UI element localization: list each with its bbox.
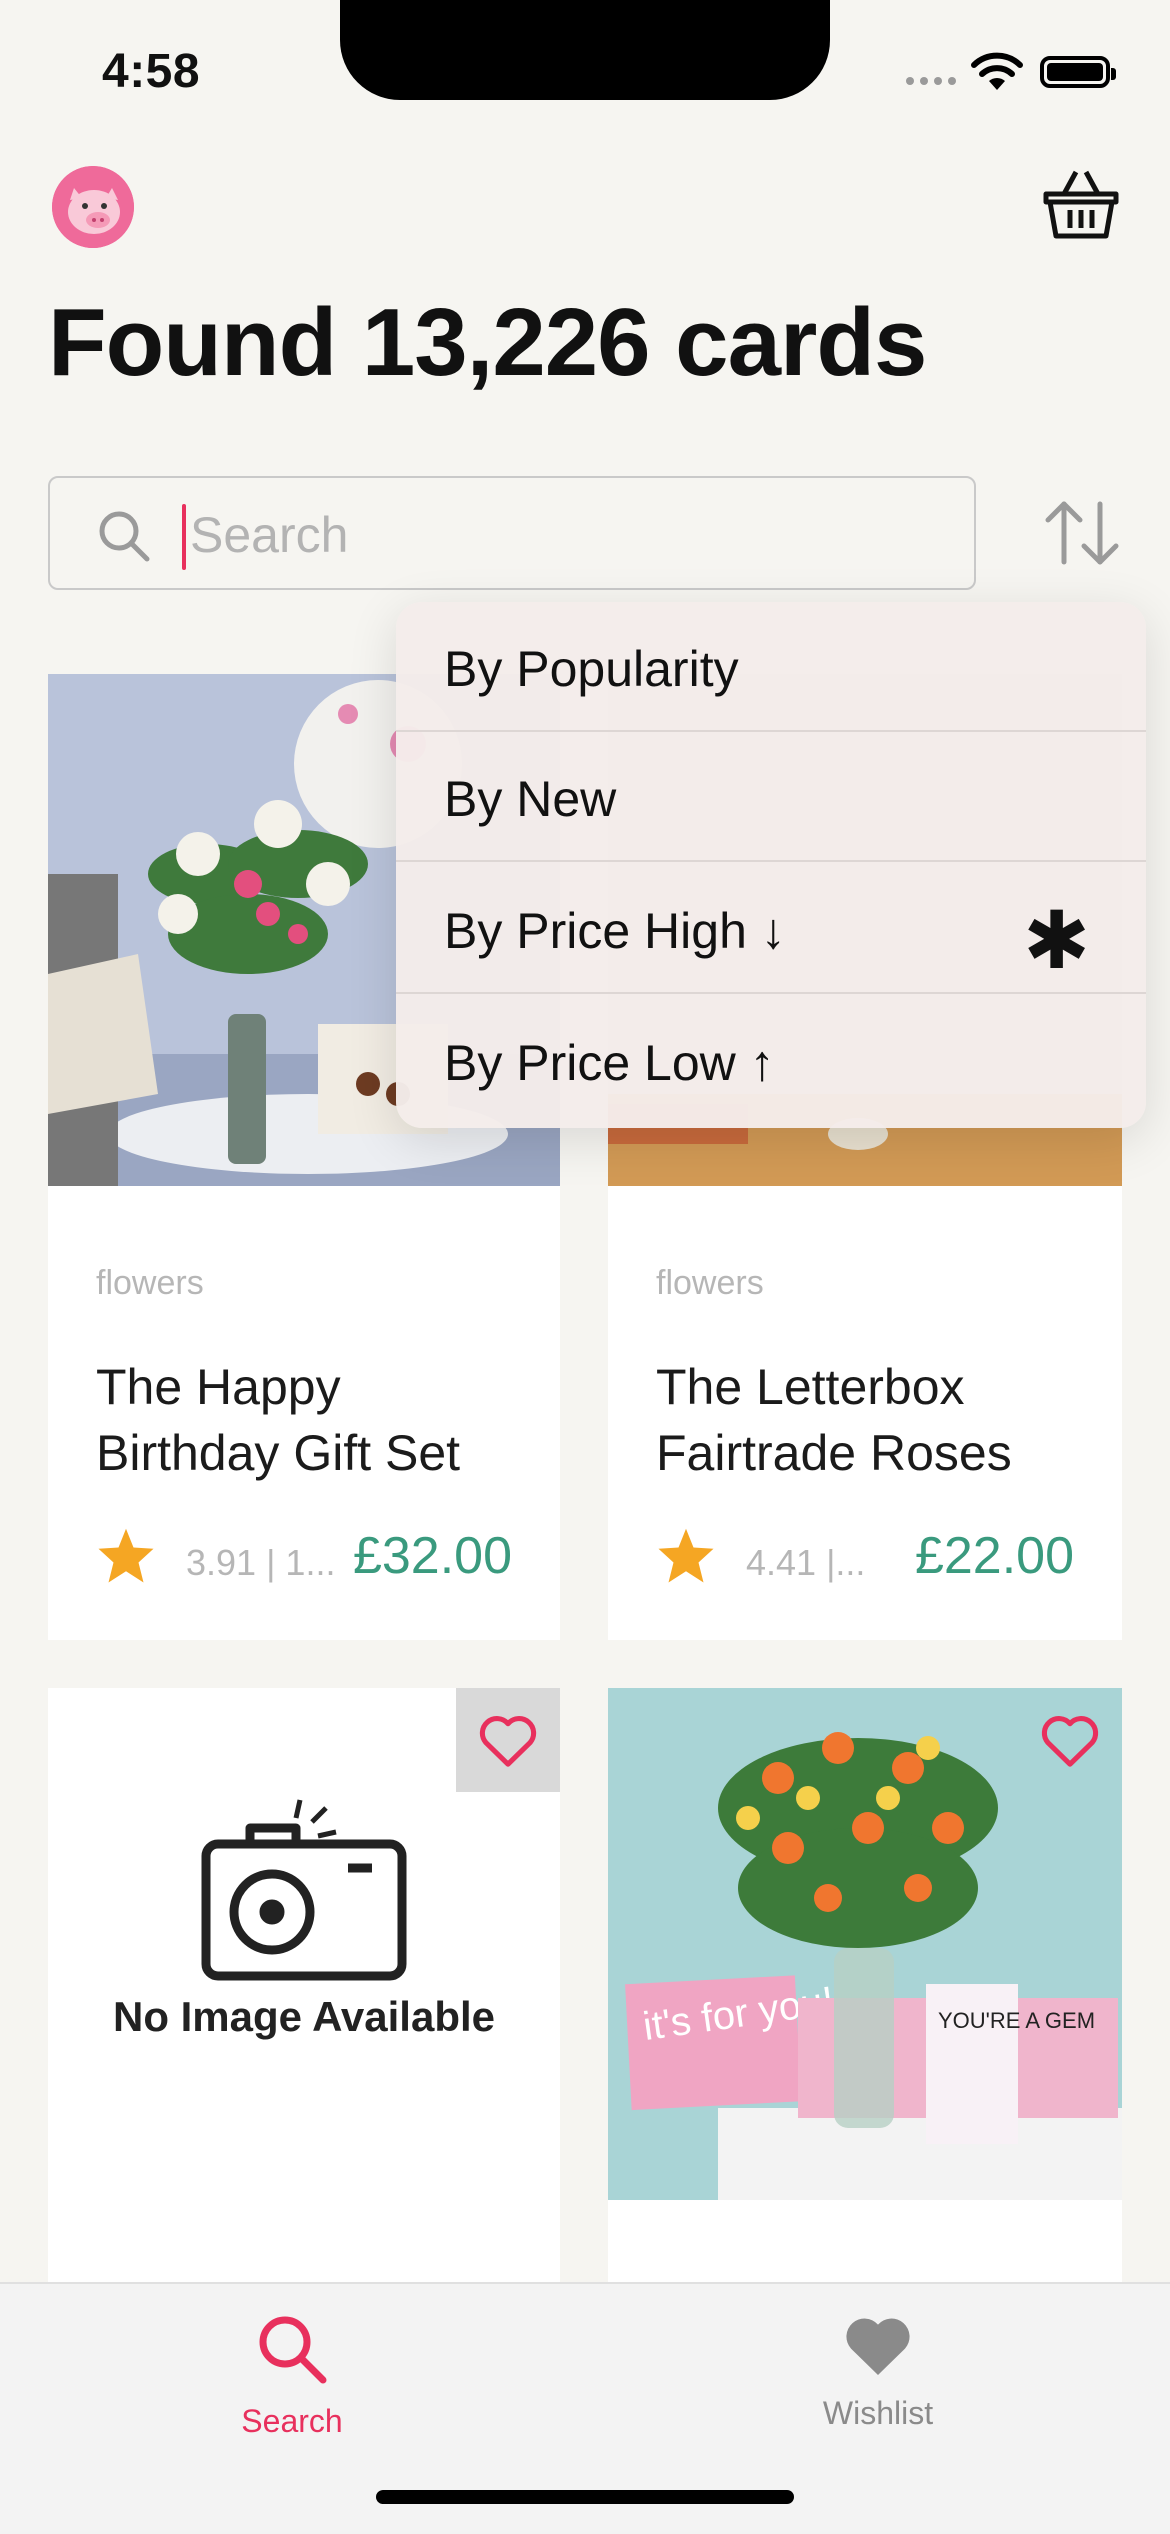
battery-icon [1040, 56, 1116, 88]
tab-search[interactable]: Search [142, 2312, 442, 2440]
product-rating: 3.91 | 1... [186, 1542, 336, 1583]
wifi-icon [970, 52, 1024, 97]
sort-option-new[interactable]: By New [396, 732, 1146, 862]
product-price: £32.00 [352, 1527, 512, 1585]
tab-wishlist[interactable]: Wishlist [728, 2312, 1028, 2432]
basket-icon[interactable] [1042, 168, 1120, 245]
product-price: £22.00 [914, 1527, 1074, 1585]
text-cursor [182, 504, 186, 570]
product-category: flowers [656, 1264, 764, 1302]
wishlist-button[interactable] [1018, 1688, 1122, 1792]
product-card[interactable]: No Image Available [48, 1688, 560, 2288]
cellular-signal-icon [906, 72, 962, 90]
page-title: Found 13,226 cards [48, 289, 927, 396]
sort-option-label: By New [444, 771, 617, 827]
search-icon [259, 2316, 327, 2384]
home-indicator [376, 2490, 794, 2504]
status-time: 4:58 [102, 45, 201, 98]
sort-menu: By Popularity By New By Price High ↓ ✱ B… [396, 602, 1146, 1128]
sort-option-label: By Price Low ↑ [444, 1035, 775, 1091]
heart-icon [846, 2318, 910, 2375]
heart-outline-icon [479, 1716, 537, 1767]
no-image-text: No Image Available [112, 1993, 496, 2040]
sort-option-popularity[interactable]: By Popularity [396, 602, 1146, 732]
app-logo[interactable] [52, 166, 134, 248]
product-card[interactable]: it's for you! YOU'RE A GEM [608, 1688, 1122, 2288]
product-name[interactable]: The Happy Birthday Gift Set [96, 1354, 536, 1486]
selected-asterisk-icon: ✱ [1022, 896, 1090, 985]
wishlist-button[interactable] [456, 1688, 560, 1792]
search-input[interactable] [188, 498, 932, 572]
sort-option-price-high[interactable]: By Price High ↓ ✱ [396, 864, 1146, 994]
tab-label: Search [241, 2403, 343, 2439]
product-name[interactable]: The Letterbox Fairtrade Roses [656, 1354, 1096, 1486]
sort-icon[interactable] [1042, 498, 1122, 573]
sort-option-price-low[interactable]: By Price Low ↑ [396, 996, 1146, 1126]
heart-outline-icon [1041, 1716, 1099, 1767]
camera-icon [200, 1792, 410, 1987]
card-text: YOU'RE A GEM [938, 2008, 1095, 2033]
search-icon [98, 510, 150, 567]
notch [340, 0, 830, 100]
product-category: flowers [96, 1264, 204, 1302]
search-field[interactable] [48, 476, 976, 590]
sort-option-label: By Price High ↓ [444, 903, 786, 959]
sort-option-label: By Popularity [444, 641, 739, 697]
tab-label: Wishlist [822, 2395, 934, 2431]
star-icon [96, 1526, 156, 1589]
product-rating: 4.41 |... [746, 1542, 866, 1583]
star-icon [656, 1526, 716, 1589]
